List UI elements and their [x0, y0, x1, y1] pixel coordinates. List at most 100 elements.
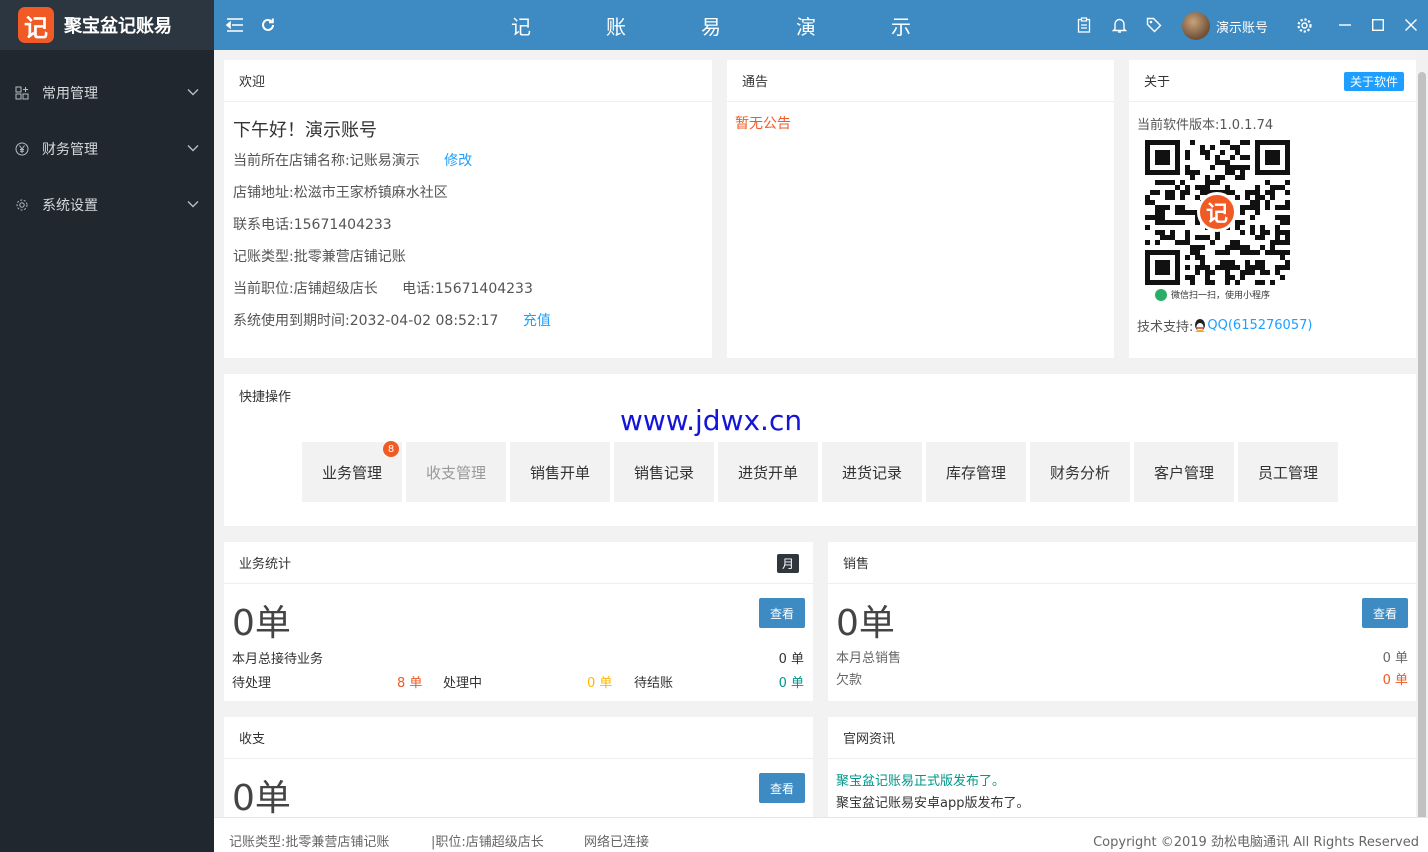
monthly-reception-value: 0 单 [778, 652, 804, 667]
quick-business-button[interactable]: 业务管理 8 [302, 441, 402, 502]
monthly-sales-label: 本月总销售 [836, 651, 902, 666]
sales-view-button[interactable]: 查看 [1362, 598, 1408, 628]
chevron-down-icon [187, 201, 199, 208]
about-panel: 关于 关于软件 当前软件版本:1.0.1.74 记 微信扫一扫，使用小程序 技术… [1129, 60, 1416, 358]
position-phone: 电话:15671404233 [402, 281, 533, 297]
software-version: 当前软件版本:1.0.1.74 [1137, 118, 1274, 133]
qr-caption: 微信扫一扫，使用小程序 [1155, 288, 1270, 301]
minimize-icon[interactable] [1334, 14, 1356, 36]
income-view-button[interactable]: 查看 [759, 773, 805, 803]
panel-title: 业务统计 [224, 542, 813, 584]
period-tag[interactable]: 月 [776, 554, 799, 573]
quick-staff-button[interactable]: 员工管理 [1238, 442, 1338, 502]
expiry-line: 系统使用到期时间:2032-04-02 08:52:17 充值 [233, 310, 551, 330]
app-name: 聚宝盆记账易 [64, 16, 172, 37]
welcome-panel: 欢迎 下午好！演示账号 当前所在店铺名称:记账易演示 修改 店铺地址:松滋市王家… [224, 60, 712, 358]
wechat-icon [1155, 288, 1167, 301]
scrollbar-thumb[interactable] [1418, 72, 1426, 842]
sidebar: 记 聚宝盆记账易 常用管理 财务管理 系统设置 [0, 0, 214, 852]
quick-button-label: 业务管理 [321, 463, 382, 482]
sidebar-item-settings[interactable]: 系统设置 [0, 177, 214, 233]
qr-code: 记 [1145, 140, 1290, 290]
clipboard-icon[interactable] [1073, 14, 1095, 36]
settings-gear-icon[interactable] [1293, 14, 1315, 36]
close-icon[interactable] [1400, 14, 1422, 36]
chevron-down-icon [187, 89, 199, 96]
quick-finance-analysis-button[interactable]: 财务分析 [1030, 442, 1130, 502]
quick-button-label: 财务分析 [1049, 463, 1110, 482]
title-char: 记 [511, 14, 531, 39]
title-char: 易 [701, 14, 721, 39]
grid-icon [14, 85, 30, 101]
qr-center-logo: 记 [1197, 192, 1237, 232]
pending-value: 8 单 [397, 676, 423, 691]
logo-area: 记 聚宝盆记账易 [0, 0, 214, 50]
processing-label: 处理中 [443, 676, 483, 691]
monthly-reception-label: 本月总接待业务 [232, 652, 324, 667]
user-name[interactable]: 演示账号 [1216, 17, 1268, 36]
chevron-down-icon [187, 145, 199, 152]
title-char: 示 [891, 14, 911, 39]
processing-value: 0 单 [587, 676, 613, 691]
tag-icon[interactable] [1143, 14, 1165, 36]
sidebar-item-finance[interactable]: 财务管理 [0, 121, 214, 177]
quick-button-label: 员工管理 [1257, 463, 1318, 482]
tech-support: 技术支持: QQ(615276057) [1137, 316, 1312, 335]
maximize-icon[interactable] [1367, 14, 1389, 36]
quick-button-label: 库存管理 [945, 463, 1006, 482]
app-title: 记 账 易 演 示 [511, 0, 986, 50]
sidebar-item-label: 财务管理 [42, 142, 98, 158]
menu-toggle-icon[interactable] [224, 14, 246, 36]
watermark: www.jdwx.cn [620, 404, 803, 437]
recharge-link[interactable]: 充值 [523, 313, 551, 329]
settle-value: 0 单 [778, 676, 804, 691]
news-item[interactable]: 聚宝盆记账易安卓app版发布了。 [836, 792, 1029, 811]
title-char: 账 [606, 14, 626, 39]
edit-store-link[interactable]: 修改 [444, 153, 472, 169]
quick-customer-button[interactable]: 客户管理 [1134, 442, 1234, 502]
panel-title: 官网资讯 [828, 717, 1416, 759]
quick-button-label: 销售开单 [529, 463, 590, 482]
business-stats-panel: 业务统计 月 0单 查看 本月总接待业务 0 单 待处理 8 单 处理中 0 单… [224, 542, 813, 701]
panel-title: 快捷操作 [239, 389, 292, 405]
quick-inventory-button[interactable]: 库存管理 [926, 442, 1026, 502]
store-address: 店铺地址:松滋市王家桥镇麻水社区 [233, 185, 448, 201]
qr-caption-text: 微信扫一扫，使用小程序 [1171, 291, 1271, 301]
business-view-button[interactable]: 查看 [759, 598, 805, 628]
avatar[interactable] [1182, 12, 1210, 40]
scrollbar[interactable] [1416, 50, 1428, 842]
quick-purchase-record-button[interactable]: 进货记录 [822, 442, 922, 502]
sales-total: 0单 [836, 603, 895, 644]
support-qq-link[interactable]: QQ(615276057) [1207, 318, 1312, 333]
quick-sales-order-button[interactable]: 销售开单 [510, 442, 610, 502]
yen-icon [14, 141, 30, 157]
footer-account-type: 记账类型:批零兼营店铺记账 [229, 835, 390, 850]
top-header: 记 账 易 演 示 演示账号 [214, 0, 1428, 50]
quick-button-label: 销售记录 [633, 463, 694, 482]
panel-title: 通告 [727, 60, 1114, 102]
news-item[interactable]: 聚宝盆记账易正式版发布了。 [836, 770, 1005, 789]
income-total: 0单 [232, 778, 291, 819]
title-char: 演 [796, 14, 816, 39]
quick-button-label: 进货开单 [737, 463, 798, 482]
store-name-text: 当前所在店铺名称:记账易演示 [233, 153, 420, 169]
quick-sales-record-button[interactable]: 销售记录 [614, 442, 714, 502]
about-software-tag[interactable]: 关于软件 [1343, 72, 1404, 91]
settle-label: 待结账 [634, 676, 674, 691]
quick-button-label: 客户管理 [1153, 463, 1214, 482]
footer-network-status: 网络已连接 [584, 835, 650, 850]
refresh-icon[interactable] [257, 14, 279, 36]
quick-button-label: 进货记录 [841, 463, 902, 482]
account-type: 记账类型:批零兼营店铺记账 [233, 249, 406, 265]
support-label: 技术支持: [1137, 320, 1194, 335]
quick-button-label: 收支管理 [425, 463, 486, 482]
quick-income-button[interactable]: 收支管理 [406, 442, 506, 502]
pending-label: 待处理 [232, 676, 272, 691]
gear-icon [14, 197, 30, 213]
income-panel: 收支 0单 查看 [224, 717, 813, 819]
bell-icon[interactable] [1108, 14, 1130, 36]
footer-position: |职位:店铺超级店长 [431, 835, 544, 850]
sidebar-item-common[interactable]: 常用管理 [0, 65, 214, 121]
quick-purchase-order-button[interactable]: 进货开单 [718, 442, 818, 502]
notification-badge: 8 [383, 441, 399, 457]
